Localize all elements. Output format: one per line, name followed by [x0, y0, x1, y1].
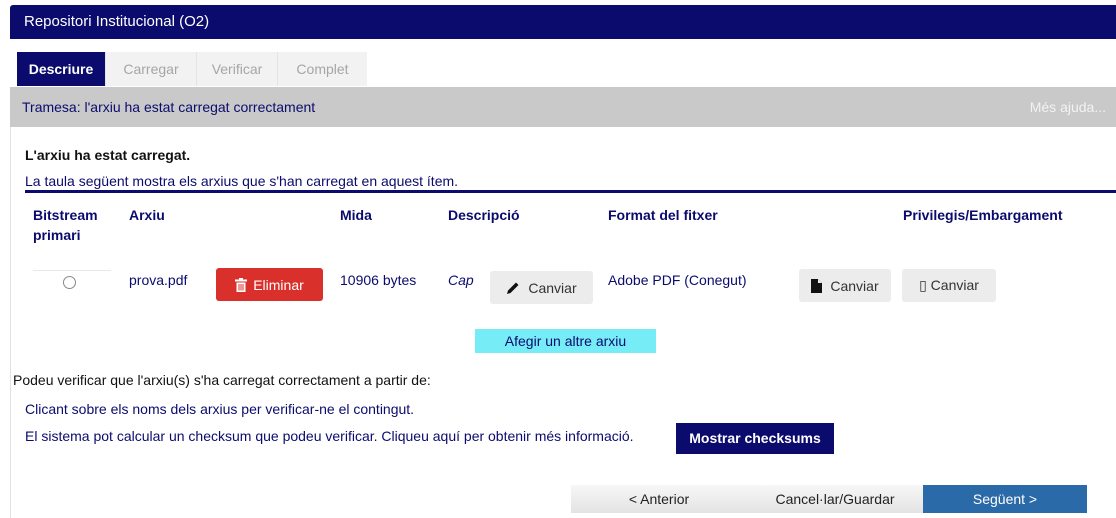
delete-file-label: Eliminar [253, 276, 304, 293]
panel-header: Tramesa: l'arxiu ha estat carregat corre… [10, 87, 1116, 127]
upload-success-message: L'arxiu ha estat carregat. [25, 147, 191, 163]
tab-carregar[interactable]: Carregar [105, 52, 196, 86]
header-description: Descripció [448, 207, 520, 223]
header-format: Format del fitxer [608, 207, 718, 223]
header-file: Arxiu [129, 207, 165, 223]
trash-icon [235, 277, 248, 292]
submission-steps-tabs: Descriure Carregar Verificar Complet [17, 52, 367, 86]
file-description: Cap [448, 272, 474, 288]
repository-title: Repositori Institucional (O2) [24, 13, 210, 30]
panel-title: Tramesa: l'arxiu ha estat carregat corre… [22, 99, 316, 115]
cancel-save-button[interactable]: Cancel·lar/Guardar [747, 485, 923, 513]
next-button[interactable]: Següent > [923, 485, 1087, 513]
previous-button[interactable]: < Anterior [571, 485, 747, 513]
header-primary-line2: primari [33, 227, 81, 243]
tab-complet[interactable]: Complet [277, 52, 367, 86]
delete-file-button[interactable]: Eliminar [216, 268, 323, 301]
verify-option-checksum: El sistema pot calcular un checksum que … [25, 428, 634, 444]
verify-option-click-names: Clicant sobre els noms dels arxius per v… [25, 401, 415, 417]
header-size: Mida [340, 207, 372, 223]
more-help-link[interactable]: Més ajuda... [1030, 87, 1106, 127]
change-format-label: Canviar [830, 277, 879, 294]
file-format: Adobe PDF (Conegut) [608, 272, 747, 288]
verify-intro-text: Podeu verificar que l'arxiu(s) s'ha carr… [13, 372, 431, 388]
change-description-button[interactable]: Canviar [490, 271, 593, 304]
primary-bitstream-radio[interactable] [63, 276, 76, 289]
repository-title-bar: Repositori Institucional (O2) [10, 5, 1116, 39]
tab-descriure[interactable]: Descriure [17, 52, 105, 86]
file-icon [811, 278, 823, 293]
header-primary-bitstream: Bitstream primari [33, 205, 98, 245]
change-privileges-button[interactable]: ▯ Canviar [902, 269, 996, 302]
change-format-button[interactable]: Canviar [799, 269, 891, 302]
table-caption: La taula següent mostra els arxius que s… [25, 173, 459, 189]
header-privileges: Privilegis/Embargament [903, 207, 1063, 223]
tab-verificar[interactable]: Verificar [196, 52, 277, 86]
change-privileges-label: ▯ Canviar [919, 277, 979, 293]
add-another-file-button[interactable]: Afegir un altre arxiu [475, 329, 656, 353]
header-primary-line1: Bitstream [33, 207, 98, 223]
radio-divider [33, 270, 111, 271]
panel-body: L'arxiu ha estat carregat. La taula segü… [10, 127, 1116, 518]
filename-link[interactable]: prova.pdf [129, 272, 187, 288]
change-description-label: Canviar [528, 279, 577, 296]
pencil-icon [506, 281, 520, 295]
table-divider [25, 190, 1116, 193]
file-size: 10906 bytes [340, 272, 417, 288]
show-checksums-button[interactable]: Mostrar checksums [676, 423, 834, 454]
